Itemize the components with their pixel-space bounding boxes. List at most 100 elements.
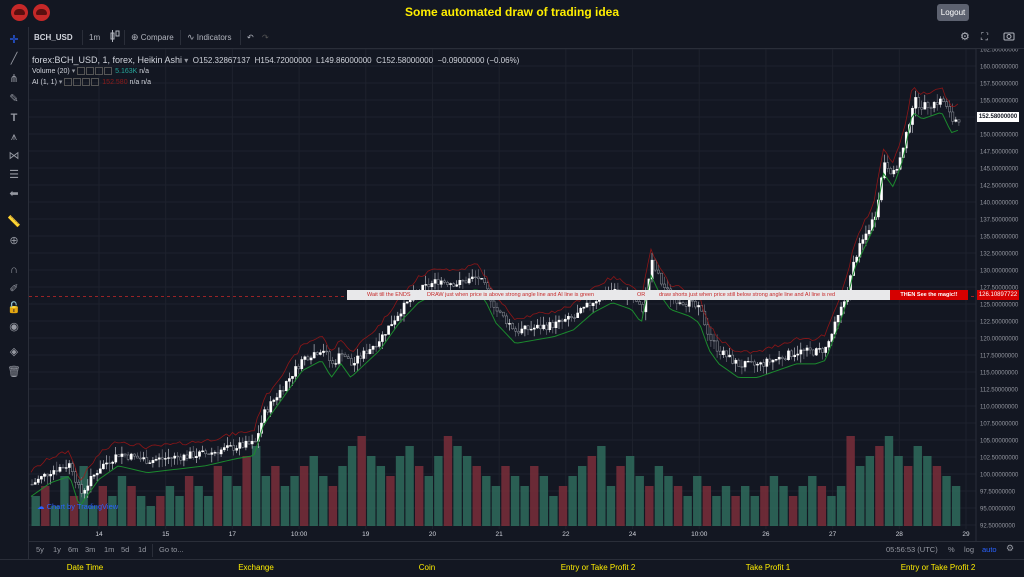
candle [861, 239, 865, 244]
volume-bar [472, 466, 481, 526]
volume-bar [731, 496, 740, 526]
undo-icon[interactable]: ↶ [247, 30, 254, 45]
text-icon[interactable]: T [7, 111, 21, 125]
ai-close-toggle-icon[interactable] [82, 78, 91, 87]
candle [139, 457, 142, 460]
top-bar: Some automated draw of trading idea Logo… [0, 0, 1024, 25]
redo-icon[interactable]: ↷ [262, 30, 269, 45]
candle [656, 269, 660, 274]
magic-badge[interactable]: THEN See the magic!! [890, 290, 968, 300]
lock-icon[interactable]: 🔓 [7, 301, 21, 315]
bottom-divider [152, 544, 153, 557]
price-tick-label: 145.00000000 [980, 167, 1019, 173]
candle [517, 330, 521, 334]
candle [520, 328, 524, 334]
ai-settings-toggle-icon[interactable] [73, 78, 82, 87]
pattern-icon[interactable]: ⩚ [7, 130, 21, 144]
volume-bar [788, 496, 798, 526]
range-6m[interactable]: 6m [68, 545, 78, 554]
range-3m[interactable]: 3m [85, 545, 95, 554]
forecast-icon[interactable]: ⋈ [7, 149, 21, 163]
settings-icon[interactable]: ⚙ [960, 30, 970, 45]
ai-more-toggle-icon[interactable] [91, 78, 100, 87]
footer-entry-1: Entry or Take Profit 2 [560, 563, 636, 572]
candle [461, 280, 465, 282]
annotation-text-1: Wait till the ENDS [367, 292, 411, 298]
range-1m[interactable]: 1m [104, 545, 114, 554]
candle [77, 481, 80, 485]
range-5d[interactable]: 5d [121, 545, 129, 554]
candle [272, 399, 276, 402]
pitchfork-icon[interactable]: ⋔ [7, 72, 21, 86]
symbol-search[interactable]: BCH_USD [34, 30, 73, 45]
annotation-banner[interactable]: Wait till the ENDS DRAW just when price … [347, 290, 890, 300]
log-toggle[interactable]: log [964, 545, 974, 554]
candle [793, 354, 797, 358]
interval-button[interactable]: 1m [89, 30, 100, 45]
trend-line-icon[interactable]: ╱ [7, 52, 21, 66]
eye-icon[interactable]: ◉ [7, 320, 21, 334]
ai-value: 152.580 [102, 79, 128, 86]
range-1y[interactable]: 1y [53, 545, 61, 554]
ai-legend-label[interactable]: AI (1, 1) [32, 79, 57, 86]
compare-button[interactable]: ⊕ Compare [131, 30, 174, 45]
range-5y[interactable]: 5y [36, 545, 44, 554]
logout-button[interactable]: Logout [937, 4, 969, 21]
candle [167, 457, 170, 459]
candle [777, 356, 781, 360]
volume-bar [232, 486, 242, 526]
auto-toggle[interactable]: auto [982, 545, 997, 554]
volume-legend-label[interactable]: Volume (20) [32, 68, 70, 75]
candle [734, 359, 738, 364]
volume-bar [721, 486, 731, 526]
volume-bar [443, 436, 453, 526]
ai-dropdown-icon[interactable]: ▾ [59, 79, 63, 86]
legend-symbol[interactable]: forex:BCH_USD, 1, forex, Heikin Ashi [32, 55, 182, 65]
camera-icon[interactable] [1003, 30, 1015, 45]
indicators-button[interactable]: ∿ Indicators [187, 30, 231, 45]
eye-toggle-icon[interactable] [77, 67, 86, 76]
tradingview-badge-label: Chart by TradingView [46, 502, 119, 511]
goto-button[interactable]: Go to... [159, 545, 184, 554]
pencil-lock-icon[interactable]: ✐ [7, 282, 21, 296]
brush-icon[interactable]: ✎ [7, 92, 21, 106]
candle [36, 478, 40, 483]
range-1d[interactable]: 1d [138, 545, 146, 554]
arrow-left-icon[interactable]: ⬅ [7, 187, 21, 201]
crosshair-icon[interactable]: ✛ [7, 33, 21, 47]
fullscreen-icon[interactable]: ⛶ [981, 30, 988, 45]
percent-toggle[interactable]: % [948, 545, 955, 554]
volume-bar [712, 496, 721, 526]
volume-bar [367, 456, 376, 526]
chart-settings-icon[interactable]: ⚙ [1006, 543, 1014, 554]
candle [743, 361, 747, 368]
candles-icon[interactable] [110, 30, 120, 45]
zoom-icon[interactable]: ⊕ [7, 234, 21, 248]
candle [300, 359, 304, 370]
tradingview-badge[interactable]: ☁ Chart by TradingView [37, 502, 118, 511]
legend-dropdown-icon[interactable]: ▾ [184, 56, 188, 65]
layers-icon[interactable]: ◈ [7, 345, 21, 359]
clock-readout[interactable]: 05:56:53 (UTC) [886, 545, 938, 554]
time-tick-label: 24 [629, 531, 637, 538]
candle [588, 302, 592, 306]
magnet-icon[interactable]: ∩ [7, 263, 21, 277]
price-tick-label: 132.50000000 [980, 252, 1019, 258]
candle [368, 349, 372, 354]
volume-dropdown-icon[interactable]: ▾ [72, 68, 76, 75]
ai-eye-toggle-icon[interactable] [64, 78, 73, 87]
close-toggle-icon[interactable] [95, 67, 104, 76]
ruler-icon[interactable]: 📏 [7, 215, 21, 229]
footer-bar: Date Time Exchange Coin Entry or Take Pr… [0, 559, 1024, 577]
candle [102, 463, 105, 470]
settings-toggle-icon[interactable] [86, 67, 95, 76]
candle [722, 350, 725, 356]
candle [715, 340, 719, 352]
volume-bar [616, 466, 625, 526]
more-toggle-icon[interactable] [104, 67, 113, 76]
trash-icon[interactable]: 🗑 [7, 365, 21, 379]
candle [151, 460, 155, 464]
compare-icon: ⊕ [131, 32, 139, 42]
candle [824, 346, 828, 353]
volume-bar [817, 486, 827, 526]
